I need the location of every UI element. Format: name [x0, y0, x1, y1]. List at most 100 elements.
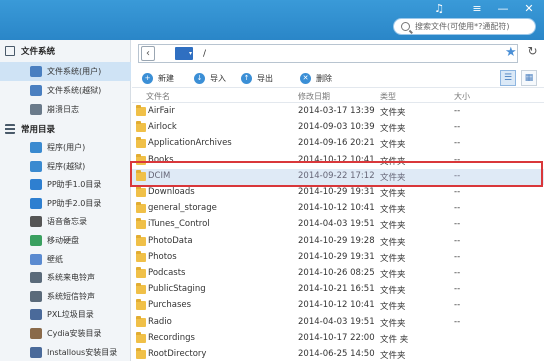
device-dropdown-icon[interactable]: ▾ [175, 47, 193, 60]
sidebar-item[interactable]: 文件系统(用户) [0, 62, 131, 81]
cell-modified: 2014-04-03 19:51 [298, 316, 375, 327]
cell-name: Books [148, 154, 174, 165]
table-row[interactable]: Radio 2014-04-03 19:51 文件夹 -- [132, 315, 544, 331]
sidebar-item-label: 崩溃日志 [47, 105, 79, 114]
item-icon [30, 142, 42, 153]
cell-name: iTunes_Control [148, 219, 210, 230]
sidebar-item-label: 程序(越狱) [47, 161, 86, 171]
table-row[interactable]: iTunes_Control 2014-04-03 19:51 文件夹 -- [132, 217, 544, 233]
folder-icon [136, 234, 146, 246]
col-size[interactable]: 大小 [454, 91, 470, 102]
table-row[interactable]: Downloads 2014-10-29 19:31 文件夹 -- [132, 185, 544, 201]
sidebar-item-label: Installous安装目录 [47, 347, 118, 357]
grid-view-icon[interactable]: ▦ [521, 70, 537, 86]
table-row[interactable]: Purchases 2014-10-12 10:41 文件夹 -- [132, 298, 544, 314]
section-common-dirs[interactable]: 常用目录 [0, 120, 131, 138]
sidebar-item[interactable]: Cydia安装目录 [0, 324, 131, 343]
cell-name: Podcasts [148, 268, 186, 278]
refresh-icon[interactable]: ↻ [525, 44, 540, 59]
folder-icon [136, 348, 146, 359]
cell-size: -- [454, 138, 461, 149]
cell-name: PhotoData [148, 235, 193, 246]
sidebar-item[interactable]: PP助手2.0目录 [0, 194, 131, 213]
music-icon[interactable]: ♫ [432, 2, 446, 15]
col-name[interactable]: 文件名 [146, 91, 170, 102]
sidebar-item[interactable]: PP助手1.0目录 [0, 175, 131, 194]
sidebar-item[interactable]: 系统短信铃声 [0, 287, 131, 306]
back-button[interactable]: ‹ [141, 46, 155, 61]
table-row[interactable]: general_storage 2014-10-12 10:41 文件夹 -- [132, 201, 544, 217]
folder-icon [136, 202, 146, 214]
cell-size: -- [454, 268, 461, 278]
sidebar-item[interactable]: 移动硬盘 [0, 231, 131, 250]
table-row[interactable]: Airlock 2014-09-03 10:39 文件夹 -- [132, 120, 544, 136]
sidebar-item[interactable]: 系统来电铃声 [0, 268, 131, 287]
table-row[interactable]: Podcasts 2014-10-26 08:25 文件夹 -- [132, 266, 544, 282]
list-view-icon[interactable]: ☰ [500, 70, 516, 86]
path-text[interactable]: / [203, 49, 206, 59]
table-row[interactable]: DCIM 2014-09-22 17:12 文件夹 -- [132, 168, 544, 185]
cell-size: -- [454, 122, 461, 133]
cell-name: Downloads [148, 187, 195, 197]
minimize-icon[interactable]: — [496, 2, 510, 15]
cell-type: 文件夹 [380, 221, 406, 232]
cell-name: RootDirectory [148, 349, 207, 359]
cell-name: Photos [148, 251, 177, 262]
sidebar-item-label: PP助手2.0目录 [47, 198, 102, 208]
folder-icon [136, 169, 146, 181]
cell-type: 文件夹 [380, 108, 406, 118]
sidebar-item[interactable]: 文件系统(越狱) [0, 81, 131, 100]
cell-modified: 2014-10-29 19:31 [298, 187, 375, 197]
table-row[interactable]: Photos 2014-10-29 19:31 文件夹 -- [132, 250, 544, 266]
sidebar-item[interactable]: 程序(越狱) [0, 157, 131, 176]
search-box[interactable] [393, 18, 536, 35]
cell-type: 文件夹 [380, 318, 406, 329]
sidebar-item[interactable]: 壁纸 [0, 250, 131, 269]
cell-name: Purchases [148, 300, 192, 311]
col-type[interactable]: 类型 [380, 91, 396, 102]
table-row[interactable]: PublicStaging 2014-10-21 16:51 文件夹 -- [132, 282, 544, 298]
table-row[interactable]: Recordings 2014-10-17 22:00 文件 夹 [132, 331, 544, 347]
sidebar-item[interactable]: PXL垃圾目录 [0, 305, 131, 324]
sidebar-item-label: 移动硬盘 [47, 236, 79, 245]
cell-modified: 2014-10-21 16:51 [298, 284, 375, 295]
col-modified[interactable]: 修改日期 [298, 91, 330, 102]
new-button[interactable]: + 新建 [142, 71, 174, 85]
search-input[interactable] [415, 22, 533, 31]
monitor-icon [5, 46, 15, 56]
import-button[interactable]: ↓ 导入 [194, 71, 226, 85]
folder-icon [136, 283, 146, 295]
menu-icon[interactable]: ≡ [470, 2, 484, 15]
cell-modified: 2014-10-29 19:31 [298, 251, 375, 262]
export-button[interactable]: ↑ 导出 [241, 71, 273, 85]
address-bar[interactable]: ‹ ▾ / [138, 44, 518, 63]
favorite-star-icon[interactable]: ★ [505, 45, 517, 60]
cell-size: -- [454, 300, 461, 311]
sidebar-item[interactable]: 语音备忘录 [0, 212, 131, 231]
sidebar: 文件系统 文件系统(用户) 文件系统(越狱) 崩溃日志 常用目录 程序(用户) 程序(… [0, 40, 131, 361]
folder-icon [136, 218, 146, 230]
section-file-system[interactable]: 文件系统 [0, 42, 131, 60]
cell-name: PublicStaging [148, 284, 206, 295]
sidebar-item[interactable]: Installous安装目录 [0, 343, 131, 361]
sidebar-item-label: 系统来电铃声 [47, 273, 95, 283]
table-row[interactable]: ApplicationArchives 2014-09-16 20:21 文件夹 -- [132, 136, 544, 152]
close-icon[interactable]: ✕ [522, 2, 536, 15]
sidebar-item[interactable]: 程序(用户) [0, 138, 131, 157]
folder-icon [136, 250, 146, 262]
sidebar-item[interactable]: 崩溃日志 [0, 100, 131, 119]
cell-type: 文件夹 [380, 172, 406, 183]
new-label: 新建 [158, 73, 174, 83]
cell-name: DCIM [148, 170, 171, 181]
cell-modified: 2014-09-22 17:12 [298, 170, 375, 181]
table-row[interactable]: RootDirectory 2014-06-25 14:50 文件夹 [132, 347, 544, 361]
table-row[interactable]: Books 2014-10-12 10:41 文件夹 -- [132, 153, 544, 169]
cell-size: -- [454, 203, 461, 214]
table-row[interactable]: AirFair 2014-03-17 13:39 文件夹 -- [132, 104, 544, 120]
delete-button[interactable]: ✕ 删除 [300, 71, 332, 85]
cell-modified: 2014-10-12 10:41 [298, 154, 375, 165]
sidebar-item-label: PP助手1.0目录 [47, 180, 102, 190]
file-browser: ‹ ▾ / ★ ↻ + 新建 ↓ 导入 ↑ 导出 ✕ 删除 ☰ ▦ 文件名 修改… [132, 40, 544, 361]
cell-modified: 2014-09-16 20:21 [298, 138, 375, 149]
table-row[interactable]: PhotoData 2014-10-29 19:28 文件夹 -- [132, 234, 544, 250]
